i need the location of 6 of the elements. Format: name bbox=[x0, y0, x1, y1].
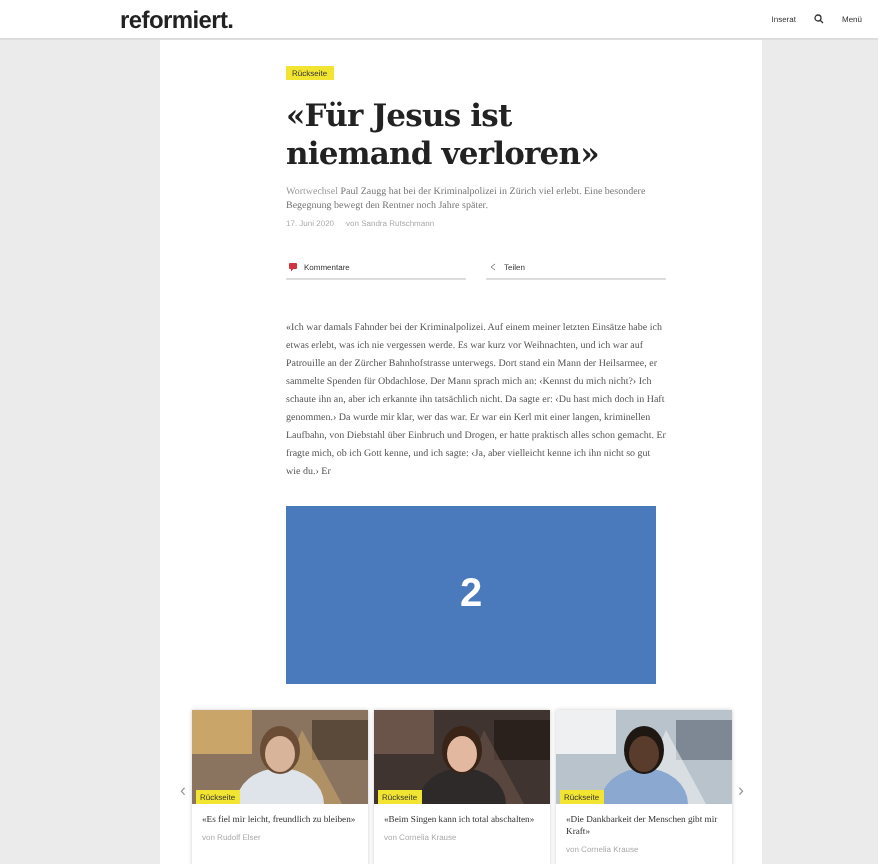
article-title: «Für Jesus ist niemand verloren» bbox=[286, 96, 601, 172]
share-icon bbox=[488, 262, 498, 272]
search-icon[interactable] bbox=[813, 14, 824, 24]
comment-icon bbox=[288, 262, 298, 272]
site-logo[interactable]: reformiert. bbox=[120, 5, 234, 33]
number-overlay: 2 bbox=[286, 506, 656, 684]
